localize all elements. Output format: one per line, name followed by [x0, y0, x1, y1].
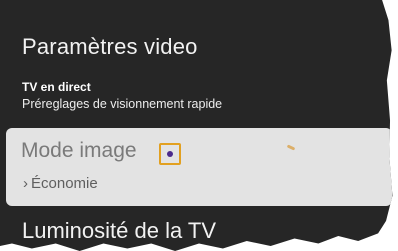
menu-item-picture-mode[interactable]: Mode image › Économie	[6, 128, 392, 206]
chevron-right-icon: ›	[23, 175, 28, 192]
menu-item-value: › Économie	[23, 175, 98, 192]
dot-icon	[167, 151, 173, 157]
section-subtitle: Préreglages de visionnement rapide	[22, 97, 223, 111]
page-title: Paramètres video	[22, 34, 198, 59]
menu-item-tv-brightness[interactable]: Luminosité de la TV	[22, 218, 216, 244]
menu-item-label: Mode image	[21, 139, 137, 162]
section-title: TV en direct	[22, 80, 91, 94]
tv-settings-screen: Paramètres video TV en direct Préreglage…	[0, 0, 393, 251]
menu-item-value-text: Économie	[31, 175, 98, 192]
focus-marker-icon	[159, 143, 181, 165]
